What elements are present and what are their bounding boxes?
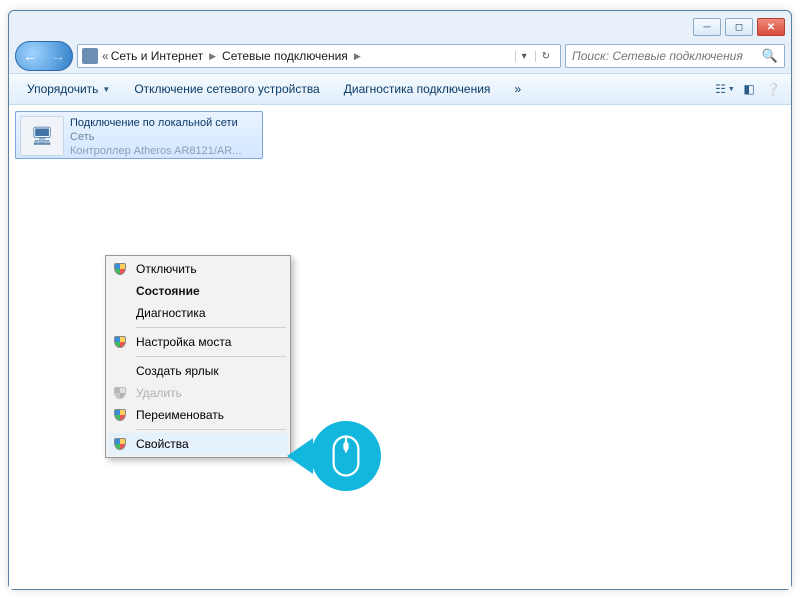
- connection-subtitle: Сеть: [70, 130, 250, 144]
- context-menu: Отключить Состояние Диагностика Настройка м…: [105, 255, 291, 458]
- view-options-icon[interactable]: ☷▼: [713, 78, 737, 100]
- search-icon: 🔍: [762, 48, 778, 64]
- navbar: ← → « Сеть и Интернет ▶ Сетевые подключе…: [9, 39, 791, 73]
- context-menu-item[interactable]: Диагностика: [108, 302, 288, 324]
- chevron-right-icon: ▶: [205, 51, 220, 62]
- shield-icon: [112, 436, 128, 452]
- forward-icon[interactable]: →: [45, 43, 71, 69]
- explorer-window: ─ ◻ ✕ ← → « Сеть и Интернет ▶ Сетевые по…: [8, 10, 792, 590]
- search-input[interactable]: [572, 49, 762, 63]
- shield-icon: [112, 407, 128, 423]
- shield-icon: [112, 385, 128, 401]
- context-menu-item[interactable]: Переименовать: [108, 404, 288, 426]
- connection-item[interactable]: 🖥 Подключение по локальной сети Сеть Кон…: [15, 111, 263, 159]
- toolbar: Упорядочить▼ Отключение сетевого устройс…: [9, 73, 791, 105]
- context-menu-label: Свойства: [136, 437, 189, 451]
- toolbar-overflow[interactable]: »: [502, 74, 533, 104]
- callout-circle: [311, 421, 381, 491]
- menu-separator: [136, 429, 286, 430]
- help-icon[interactable]: ❔: [761, 78, 785, 100]
- mouse-callout: [287, 421, 381, 491]
- context-menu-label: Состояние: [136, 284, 200, 298]
- mouse-icon: [328, 433, 364, 479]
- context-menu-item[interactable]: Настройка моста: [108, 331, 288, 353]
- context-menu-item[interactable]: Состояние: [108, 280, 288, 302]
- connection-device: Контроллер Atheros AR8121/AR...: [70, 144, 250, 158]
- menu-separator: [136, 356, 286, 357]
- blank-icon: [112, 305, 128, 321]
- close-button[interactable]: ✕: [757, 18, 785, 36]
- chevron-right-icon: ▶: [350, 51, 365, 62]
- context-menu-label: Создать ярлык: [136, 364, 219, 378]
- maximize-button[interactable]: ◻: [725, 18, 753, 36]
- address-bar[interactable]: « Сеть и Интернет ▶ Сетевые подключения …: [77, 44, 561, 68]
- breadcrumb-seg2[interactable]: Сетевые подключения: [220, 49, 350, 63]
- minimize-button[interactable]: ─: [693, 18, 721, 36]
- context-menu-item[interactable]: Свойства: [108, 433, 288, 455]
- dropdown-icon[interactable]: ▾: [515, 51, 533, 62]
- refresh-icon[interactable]: ↻: [535, 51, 556, 62]
- connection-title: Подключение по локальной сети: [70, 116, 250, 130]
- context-menu-label: Настройка моста: [136, 335, 231, 349]
- back-icon[interactable]: ←: [17, 43, 43, 69]
- callout-pointer: [287, 438, 313, 474]
- shield-icon: [112, 334, 128, 350]
- nav-back-forward[interactable]: ← →: [15, 41, 73, 71]
- blank-icon: [112, 363, 128, 379]
- chevron-down-icon: ▼: [102, 85, 110, 94]
- search-box[interactable]: 🔍: [565, 44, 785, 68]
- menu-separator: [136, 327, 286, 328]
- context-menu-label: Отключить: [136, 262, 197, 276]
- context-menu-label: Диагностика: [136, 306, 206, 320]
- titlebar: ─ ◻ ✕: [9, 11, 791, 39]
- network-icon: [82, 48, 98, 64]
- breadcrumb-seg1[interactable]: Сеть и Интернет: [109, 49, 205, 63]
- context-menu-item[interactable]: Создать ярлык: [108, 360, 288, 382]
- preview-pane-icon[interactable]: ◧: [737, 78, 761, 100]
- shield-icon: [112, 261, 128, 277]
- organize-button[interactable]: Упорядочить▼: [15, 74, 122, 104]
- blank-icon: [112, 283, 128, 299]
- breadcrumb-prefix: «: [102, 49, 109, 63]
- context-menu-label: Удалить: [136, 386, 182, 400]
- connection-icon: 🖥: [20, 116, 64, 156]
- context-menu-item: Удалить: [108, 382, 288, 404]
- context-menu-label: Переименовать: [136, 408, 224, 422]
- context-menu-item[interactable]: Отключить: [108, 258, 288, 280]
- content-area: 🖥 Подключение по локальной сети Сеть Кон…: [9, 105, 791, 589]
- diagnose-button[interactable]: Диагностика подключения: [332, 74, 503, 104]
- disable-device-button[interactable]: Отключение сетевого устройства: [122, 74, 331, 104]
